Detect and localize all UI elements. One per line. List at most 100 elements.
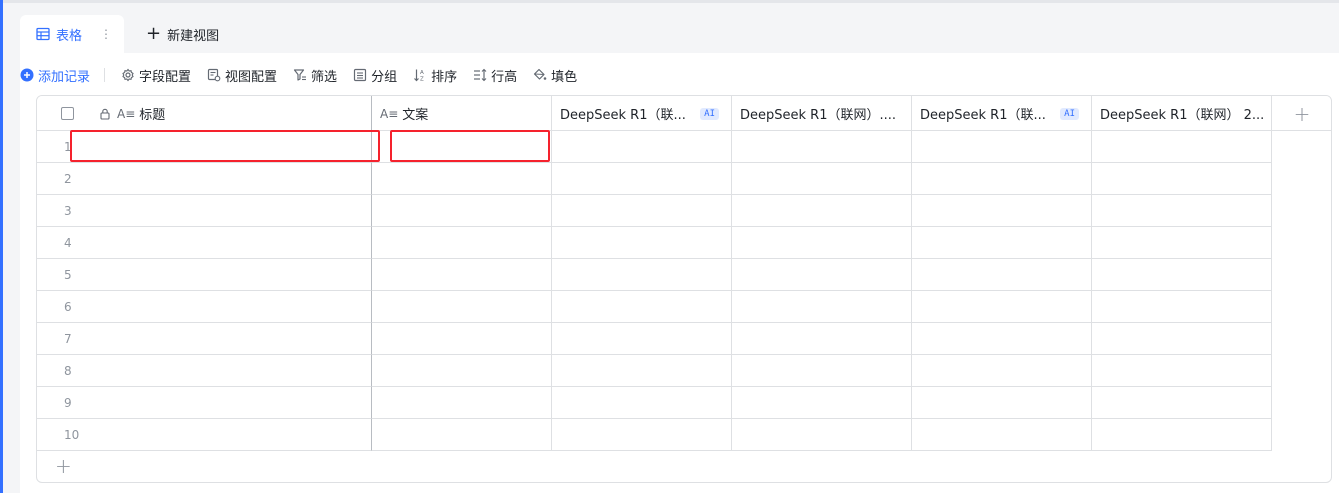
table-cell[interactable] <box>552 195 732 227</box>
table-row[interactable]: 2 <box>37 163 1272 195</box>
table-row[interactable]: 4 <box>37 227 1272 259</box>
table-cell[interactable] <box>552 131 732 163</box>
table-cell[interactable] <box>1092 387 1272 419</box>
table-cell[interactable] <box>912 387 1092 419</box>
svg-text:A: A <box>420 70 424 76</box>
new-view-button[interactable]: + 新建视图 <box>124 15 219 53</box>
table-cell[interactable] <box>912 259 1092 291</box>
title-cell[interactable]: 9 <box>37 387 372 419</box>
row-height-button[interactable]: 行高 <box>473 62 517 88</box>
copy-cell[interactable] <box>372 419 552 451</box>
table-cell[interactable] <box>912 163 1092 195</box>
table-cell[interactable] <box>552 259 732 291</box>
table-cell[interactable] <box>1092 259 1272 291</box>
table-cell[interactable] <box>912 195 1092 227</box>
filter-icon <box>293 69 307 81</box>
column-header-deepseek-3[interactable]: DeepSeek R1（联... AI <box>912 96 1092 131</box>
table-cell[interactable] <box>912 419 1092 451</box>
column-header-deepseek-4[interactable]: DeepSeek R1（联网） 2... <box>1092 96 1272 131</box>
table-cell[interactable] <box>552 227 732 259</box>
title-cell[interactable]: 2 <box>37 163 372 195</box>
table-cell[interactable] <box>1092 355 1272 387</box>
row-number: 8 <box>64 364 72 378</box>
table-cell[interactable] <box>1092 291 1272 323</box>
table-cell[interactable] <box>732 195 912 227</box>
sort-button[interactable]: A Z 排序 <box>413 62 457 88</box>
column-header-copy[interactable]: A≡ 文案 <box>372 96 552 131</box>
row-number: 4 <box>64 236 72 250</box>
copy-cell[interactable] <box>372 323 552 355</box>
tab-more-icon[interactable]: ⋮ <box>100 27 112 41</box>
copy-cell[interactable] <box>372 227 552 259</box>
add-row-button[interactable]: + <box>55 456 72 476</box>
table-cell[interactable] <box>732 291 912 323</box>
table-cell[interactable] <box>1092 163 1272 195</box>
field-config-button[interactable]: 字段配置 <box>121 62 191 88</box>
table-cell[interactable] <box>732 163 912 195</box>
table-cell[interactable] <box>552 291 732 323</box>
table-cell[interactable] <box>912 291 1092 323</box>
table-row[interactable]: 10 <box>37 419 1272 451</box>
title-cell[interactable]: 7 <box>37 323 372 355</box>
table-cell[interactable] <box>912 227 1092 259</box>
table-row[interactable]: 8 <box>37 355 1272 387</box>
row-height-icon <box>474 68 487 82</box>
copy-cell[interactable] <box>372 259 552 291</box>
table-row[interactable]: 3 <box>37 195 1272 227</box>
title-cell[interactable]: 6 <box>37 291 372 323</box>
table-cell[interactable] <box>1092 323 1272 355</box>
table-row[interactable]: 6 <box>37 291 1272 323</box>
table-cell[interactable] <box>732 227 912 259</box>
filter-button[interactable]: 筛选 <box>293 62 337 88</box>
group-button[interactable]: 分组 <box>353 62 397 88</box>
table-cell[interactable] <box>552 355 732 387</box>
copy-cell[interactable] <box>372 355 552 387</box>
table-row[interactable]: 5 <box>37 259 1272 291</box>
row-number: 3 <box>64 204 72 218</box>
row-number: 10 <box>64 428 80 442</box>
row-number: 7 <box>64 332 72 346</box>
title-cell[interactable]: 8 <box>37 355 372 387</box>
add-column-button[interactable]: + <box>1272 96 1331 131</box>
title-cell[interactable]: 10 <box>37 419 372 451</box>
row-number: 9 <box>64 396 72 410</box>
copy-cell[interactable] <box>372 163 552 195</box>
title-cell[interactable]: 3 <box>37 195 372 227</box>
highlight-box-copy-cell <box>390 130 550 162</box>
view-tabs: 表格 ⋮ + 新建视图 <box>20 15 219 53</box>
tab-table[interactable]: 表格 ⋮ <box>20 15 124 53</box>
table-cell[interactable] <box>732 323 912 355</box>
table-cell[interactable] <box>732 387 912 419</box>
table-cell[interactable] <box>552 387 732 419</box>
table-cell[interactable] <box>732 355 912 387</box>
table-cell[interactable] <box>552 323 732 355</box>
title-cell[interactable]: 4 <box>37 227 372 259</box>
table-cell[interactable] <box>912 355 1092 387</box>
table-cell[interactable] <box>732 259 912 291</box>
table-cell[interactable] <box>1092 227 1272 259</box>
table-cell[interactable] <box>732 131 912 163</box>
table-cell[interactable] <box>912 323 1092 355</box>
table-cell[interactable] <box>732 419 912 451</box>
title-cell[interactable]: 5 <box>37 259 372 291</box>
table-cell[interactable] <box>1092 419 1272 451</box>
column-header-deepseek-2[interactable]: DeepSeek R1（联网）.... <box>732 96 912 131</box>
add-record-button[interactable]: 添加记录 <box>20 62 90 88</box>
table-cell[interactable] <box>1092 195 1272 227</box>
table-cell[interactable] <box>552 419 732 451</box>
table-cell[interactable] <box>552 163 732 195</box>
copy-cell[interactable] <box>372 195 552 227</box>
select-all-checkbox[interactable] <box>61 107 74 120</box>
table-cell[interactable] <box>1092 131 1272 163</box>
column-header-deepseek-1[interactable]: DeepSeek R1（联... AI <box>552 96 732 131</box>
view-config-button[interactable]: 视图配置 <box>207 62 277 88</box>
copy-cell[interactable] <box>372 291 552 323</box>
column-header-label: DeepSeek R1（联网） 2... <box>1100 108 1265 123</box>
table-row[interactable]: 7 <box>37 323 1272 355</box>
column-header-title[interactable]: A≡ 标题 <box>37 96 372 131</box>
fill-color-button[interactable]: 填色 <box>533 62 577 88</box>
table-cell[interactable] <box>912 131 1092 163</box>
view-config-icon <box>207 68 221 82</box>
copy-cell[interactable] <box>372 387 552 419</box>
table-row[interactable]: 9 <box>37 387 1272 419</box>
